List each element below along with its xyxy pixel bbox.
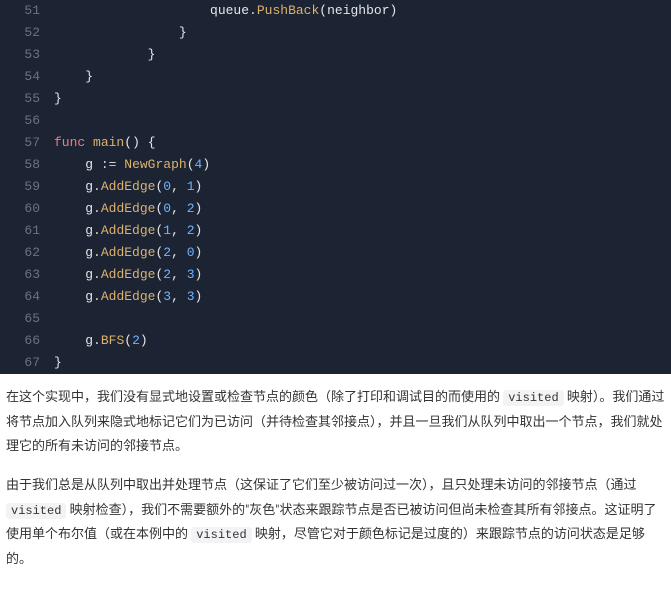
line-number: 57 bbox=[0, 132, 54, 154]
inline-code-visited: visited bbox=[503, 390, 563, 406]
code-content: } bbox=[54, 88, 671, 110]
code-line: 51 queue.PushBack(neighbor) bbox=[0, 0, 671, 22]
code-content: } bbox=[54, 352, 671, 374]
code-line: 57func main() { bbox=[0, 132, 671, 154]
code-line: 65 bbox=[0, 308, 671, 330]
code-content: g.BFS(2) bbox=[54, 330, 671, 352]
line-number: 56 bbox=[0, 110, 54, 132]
inline-code-visited: visited bbox=[191, 527, 251, 543]
code-content: g.AddEdge(1, 2) bbox=[54, 220, 671, 242]
code-line: 67} bbox=[0, 352, 671, 374]
line-number: 53 bbox=[0, 44, 54, 66]
code-line: 53 } bbox=[0, 44, 671, 66]
code-line: 62 g.AddEdge(2, 0) bbox=[0, 242, 671, 264]
code-content: } bbox=[54, 66, 671, 88]
code-content: g.AddEdge(0, 2) bbox=[54, 198, 671, 220]
code-line: 63 g.AddEdge(2, 3) bbox=[0, 264, 671, 286]
prose-text: 在这个实现中，我们没有显式地设置或检查节点的颜色（除了打印和调试目的而使用的 bbox=[6, 390, 503, 405]
line-number: 62 bbox=[0, 242, 54, 264]
code-content: func main() { bbox=[54, 132, 671, 154]
line-number: 51 bbox=[0, 0, 54, 22]
code-line: 52 } bbox=[0, 22, 671, 44]
line-number: 60 bbox=[0, 198, 54, 220]
line-number: 54 bbox=[0, 66, 54, 88]
code-content: g.AddEdge(0, 1) bbox=[54, 176, 671, 198]
inline-code-visited: visited bbox=[6, 503, 66, 519]
code-line: 59 g.AddEdge(0, 1) bbox=[0, 176, 671, 198]
code-line: 61 g.AddEdge(1, 2) bbox=[0, 220, 671, 242]
line-number: 65 bbox=[0, 308, 54, 330]
line-number: 58 bbox=[0, 154, 54, 176]
code-line: 64 g.AddEdge(3, 3) bbox=[0, 286, 671, 308]
line-number: 55 bbox=[0, 88, 54, 110]
code-line: 54 } bbox=[0, 66, 671, 88]
code-content bbox=[54, 308, 671, 330]
code-line: 56 bbox=[0, 110, 671, 132]
line-number: 61 bbox=[0, 220, 54, 242]
line-number: 66 bbox=[0, 330, 54, 352]
code-content: queue.PushBack(neighbor) bbox=[54, 0, 671, 22]
code-line: 58 g := NewGraph(4) bbox=[0, 154, 671, 176]
code-line: 55} bbox=[0, 88, 671, 110]
code-content: g.AddEdge(2, 3) bbox=[54, 264, 671, 286]
code-content: g := NewGraph(4) bbox=[54, 154, 671, 176]
code-line: 60 g.AddEdge(0, 2) bbox=[0, 198, 671, 220]
code-line: 66 g.BFS(2) bbox=[0, 330, 671, 352]
code-content: } bbox=[54, 22, 671, 44]
code-content bbox=[54, 110, 671, 132]
code-content: } bbox=[54, 44, 671, 66]
code-content: g.AddEdge(3, 3) bbox=[54, 286, 671, 308]
paragraph-2: 由于我们总是从队列中取出并处理节点（这保证了它们至少被访问过一次），且只处理未访… bbox=[6, 474, 665, 573]
explanation-text: 在这个实现中，我们没有显式地设置或检查节点的颜色（除了打印和调试目的而使用的 v… bbox=[0, 374, 671, 593]
code-block: 51 queue.PushBack(neighbor)52 }53 }54 }5… bbox=[0, 0, 671, 374]
code-content: g.AddEdge(2, 0) bbox=[54, 242, 671, 264]
prose-text: 由于我们总是从队列中取出并处理节点（这保证了它们至少被访问过一次），且只处理未访… bbox=[6, 478, 637, 493]
line-number: 59 bbox=[0, 176, 54, 198]
paragraph-1: 在这个实现中，我们没有显式地设置或检查节点的颜色（除了打印和调试目的而使用的 v… bbox=[6, 386, 665, 460]
line-number: 67 bbox=[0, 352, 54, 374]
line-number: 52 bbox=[0, 22, 54, 44]
line-number: 64 bbox=[0, 286, 54, 308]
line-number: 63 bbox=[0, 264, 54, 286]
